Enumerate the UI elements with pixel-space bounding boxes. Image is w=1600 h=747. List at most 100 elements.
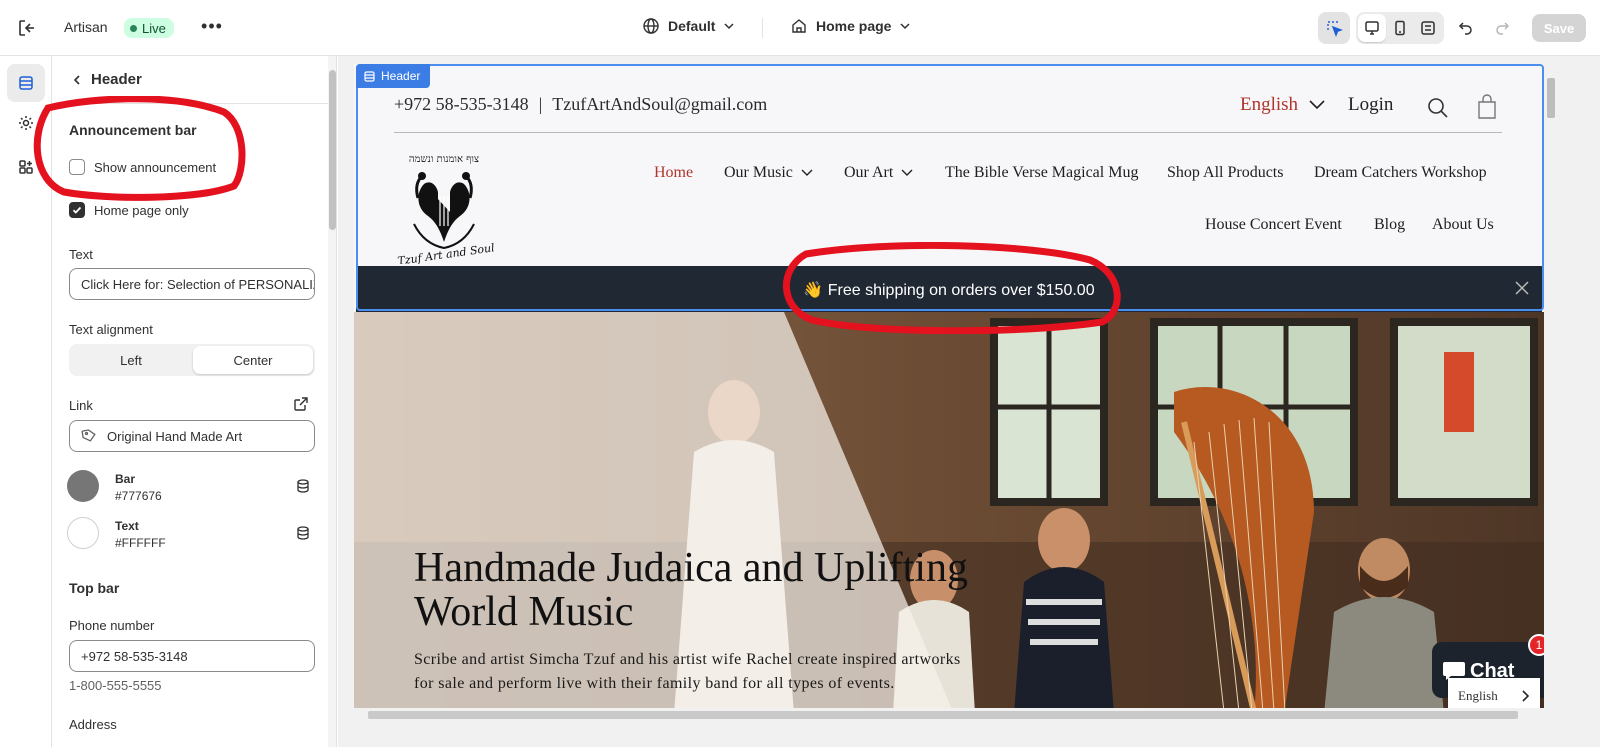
panel-scroll-thumb[interactable] [329,70,336,230]
database-icon[interactable] [295,478,311,494]
phone-number-input[interactable]: +972 58-535-3148 [69,640,315,672]
bar-color-hex: #777676 [115,489,162,503]
align-left-option[interactable]: Left [71,346,191,374]
login-link[interactable]: Login [1348,94,1393,116]
bar-color-swatch[interactable] [67,470,99,502]
theme-selector-label: Default [668,18,716,34]
cart-icon[interactable] [1476,94,1498,125]
header-email[interactable]: TzufArtAndSoul@gmail.com [552,94,767,114]
desktop-view-button[interactable] [1358,14,1386,42]
fullscreen-icon [1421,21,1435,35]
storefront-preview: +972 58-535-3148 | TzufArtAndSoul@gmail.co… [338,56,1600,747]
panel-title: Header [91,71,142,88]
device-switcher [1356,12,1444,44]
page-selector[interactable]: Home page [790,17,911,35]
header-section-tag[interactable]: Header [356,64,431,88]
theme-settings-tab-button[interactable] [7,104,45,142]
announcement-bar[interactable]: 👋 Free shipping on orders over $150.00 [356,266,1542,312]
mobile-view-button[interactable] [1386,14,1414,42]
database-icon[interactable] [295,525,311,541]
announcement-text-input[interactable]: Click Here for: Selection of PERSONALIZE… [69,268,315,300]
external-link-icon[interactable] [293,396,311,414]
back-button[interactable] [67,70,87,90]
live-status-badge: Live [124,18,174,38]
nav-house-concert[interactable]: House Concert Event [1205,216,1342,234]
hero-banner: Handmade Judaica and Uplifting World Mus… [354,312,1544,714]
nav-our-music[interactable]: Our Music [724,164,813,182]
redo-button[interactable] [1486,12,1518,44]
chevron-right-icon [1522,690,1530,702]
nav-bible-mug[interactable]: The Bible Verse Magical Mug [945,164,1138,182]
preview-hscroll-thumb[interactable] [368,711,1518,719]
preview-vertical-scrollbar[interactable] [1544,64,1558,718]
nav-about-us-label: About Us [1432,216,1494,233]
logo-caption: Tzuf Art and Soul [397,241,496,264]
save-button[interactable]: Save [1532,14,1586,42]
checkbox-unchecked-icon [69,159,85,175]
text-color-setting[interactable]: Text #FFFFFF [67,517,319,551]
align-center-option[interactable]: Center [193,346,313,374]
status-label: Live [142,20,166,36]
nav-dream-catchers[interactable]: Dream Catchers Workshop [1314,164,1487,182]
sections-tab-button[interactable] [7,64,45,102]
header-phone[interactable]: +972 58-535-3148 [394,94,529,114]
top-toolbar: Artisan Live ••• Default Home page Save [0,0,1600,56]
nav-our-art-label: Our Art [844,164,894,181]
language-selector[interactable]: English [1240,94,1326,116]
close-icon[interactable] [1514,280,1530,296]
chevron-down-icon [900,23,910,30]
show-announcement-checkbox[interactable]: Show announcement [69,159,216,175]
sections-icon [19,76,33,90]
nav-home[interactable]: Home [654,164,693,182]
hero-title: Handmade Judaica and Uplifting World Mus… [414,545,968,635]
apps-tab-button[interactable] [7,148,45,186]
hero-content: Handmade Judaica and Uplifting World Mus… [414,546,974,696]
preview-horizontal-scrollbar[interactable] [354,708,1544,722]
site-logo[interactable]: צוף אומנות ונשמה Tzuf Art and Soul [394,146,498,268]
text-alignment-control: Left Center [69,344,315,376]
desktop-icon [1365,21,1379,35]
chat-notification-badge: 1 [1528,634,1544,656]
nav-shop-all[interactable]: Shop All Products [1167,164,1283,182]
more-actions-button[interactable]: ••• [200,16,224,40]
nav-our-art[interactable]: Our Art [844,164,913,182]
nav-bible-mug-label: The Bible Verse Magical Mug [945,164,1139,181]
preview-vscroll-thumb[interactable] [1547,78,1555,118]
exit-icon[interactable] [16,17,38,39]
text-alignment-label: Text alignment [69,322,153,337]
bar-color-setting[interactable]: Bar #777676 [67,470,319,504]
redo-icon [1496,22,1510,35]
nav-house-concert-label: House Concert Event [1205,216,1342,233]
announcement-section-title: Announcement bar [69,122,197,138]
text-color-swatch[interactable] [67,517,99,549]
nav-shop-all-label: Shop All Products [1167,164,1284,181]
language-pill-label: English [1458,688,1498,703]
gear-icon [19,116,33,130]
fullwidth-view-button[interactable] [1414,14,1442,42]
nav-about-us[interactable]: About Us [1432,216,1494,234]
show-announcement-label: Show announcement [94,159,217,175]
link-label: Link [69,398,93,413]
panel-scrollbar[interactable] [328,56,336,747]
link-input[interactable]: Original Hand Made Art [69,420,315,452]
mobile-icon [1395,20,1405,36]
text-color-name: Text [115,519,139,533]
undo-button[interactable] [1450,12,1482,44]
header-tag-label: Header [381,69,421,83]
phone-number-hint: 1-800-555-5555 [69,678,162,693]
hero-description: Scribe and artist Simcha Tzuf and his ar… [414,651,961,692]
theme-selector[interactable]: Default [642,17,735,35]
header-divider [394,132,1502,133]
homepage-only-checkbox[interactable]: Home page only [69,202,189,218]
search-icon[interactable] [1426,96,1450,125]
language-label: English [1240,94,1299,115]
nav-blog[interactable]: Blog [1374,216,1405,234]
announcement-text[interactable]: 👋 Free shipping on orders over $150.00 [356,280,1542,300]
chevron-down-icon [1309,100,1325,110]
contact-row: +972 58-535-3148 | TzufArtAndSoul@gmail.co… [394,94,767,115]
undo-icon [1458,22,1472,35]
section-icon [364,70,375,82]
globe-icon [643,18,659,34]
status-dot-icon [130,24,137,32]
inspector-toggle-button[interactable] [1318,12,1350,44]
